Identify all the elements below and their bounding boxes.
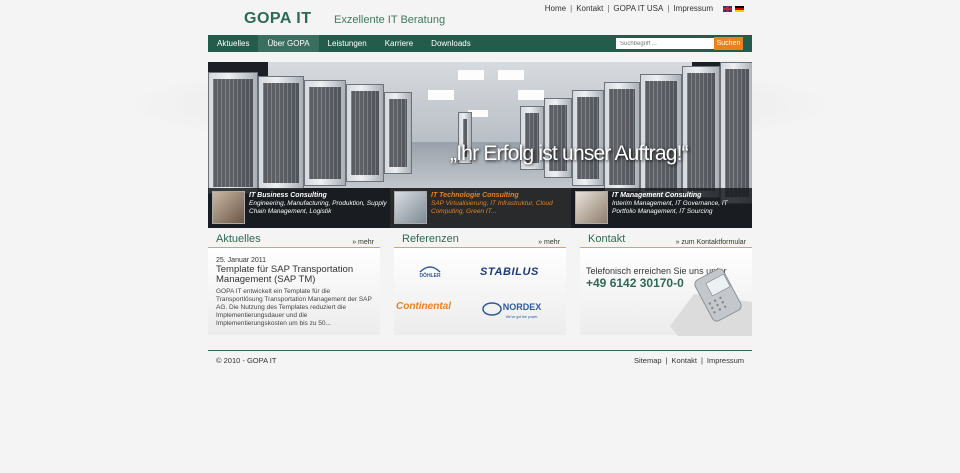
contact-panel: Kontakt » zum Kontaktformular Telefonisc… xyxy=(580,232,752,336)
ceiling-light xyxy=(428,90,454,100)
phone-icon xyxy=(670,268,752,336)
server-rack xyxy=(304,80,346,186)
server-rack xyxy=(384,92,412,174)
search-input[interactable] xyxy=(616,38,714,49)
server-rack xyxy=(604,82,640,192)
ceiling-light xyxy=(518,90,544,100)
banner-tagline: „Ihr Erfolg ist unser Auftrag!“ xyxy=(450,142,689,165)
news-headline[interactable]: Template für SAP Transportation Manageme… xyxy=(216,265,376,285)
page-container: GOPA IT Exzellente IT Beratung Home | Ko… xyxy=(208,0,752,473)
service-business-consulting[interactable]: IT Business Consulting Engineering, Manu… xyxy=(208,188,389,228)
footer-link-sitemap[interactable]: Sitemap xyxy=(634,356,662,365)
top-link-home[interactable]: Home xyxy=(545,4,566,13)
service-description: SAP Virtualisierung, IT Infrastruktur, C… xyxy=(431,200,553,215)
nordex-logo[interactable]: NORDEX We've got the power. xyxy=(482,299,550,321)
top-link-kontakt[interactable]: Kontakt xyxy=(576,4,603,13)
panel-body: 25. Januar 2011 Template für SAP Transpo… xyxy=(208,248,380,335)
server-rack xyxy=(544,98,572,178)
panel-title: Kontakt xyxy=(588,233,626,245)
top-link-impressum[interactable]: Impressum xyxy=(673,4,713,13)
footer-links: Sitemap | Kontakt | Impressum xyxy=(634,356,744,365)
news-date: 25. Januar 2011 xyxy=(216,257,267,264)
handshake-image xyxy=(575,191,608,224)
news-text: GOPA IT entwickelt ein Template für die … xyxy=(216,288,372,327)
panel-body: DÖHLER STABILUS Continental NORDEX We've… xyxy=(394,248,566,335)
slogan: Exzellente IT Beratung xyxy=(334,14,446,26)
logo[interactable]: GOPA IT xyxy=(244,10,312,28)
doehler-logo[interactable]: DÖHLER xyxy=(416,263,444,279)
service-description: Engineering, Manufacturing, Produktion, … xyxy=(249,200,387,215)
footer-link-kontakt[interactable]: Kontakt xyxy=(672,356,697,365)
references-more-link[interactable]: » mehr xyxy=(538,239,566,247)
top-links: Home | Kontakt | GOPA IT USA | Impressum xyxy=(545,4,744,13)
panel-header: Kontakt » zum Kontaktformular xyxy=(580,232,752,248)
uk-flag-icon[interactable] xyxy=(723,5,732,12)
service-management-consulting[interactable]: IT Management Consulting Interim Managem… xyxy=(571,188,752,228)
service-title: IT Technologie Consulting xyxy=(431,192,519,199)
server-rack xyxy=(720,62,752,204)
separator: | xyxy=(607,4,610,13)
service-title: IT Management Consulting xyxy=(612,192,702,199)
copyright: © 2010 - GOPA IT xyxy=(216,356,277,365)
contact-form-link[interactable]: » zum Kontaktformular xyxy=(676,239,752,247)
server-rack xyxy=(572,90,604,186)
separator: | xyxy=(700,356,703,365)
references-panel: Referenzen » mehr DÖHLER STABILUS Contin… xyxy=(394,232,566,335)
server-rack xyxy=(346,84,384,182)
nav-item-karriere[interactable]: Karriere xyxy=(376,35,422,52)
server-rack xyxy=(208,72,258,194)
panel-body: Telefonisch erreichen Sie uns unter +49 … xyxy=(580,248,752,336)
nordex-slogan: We've got the power. xyxy=(506,315,539,319)
german-flag-icon[interactable] xyxy=(735,5,744,12)
separator: | xyxy=(667,4,670,13)
server-rack xyxy=(640,74,682,198)
separator: | xyxy=(665,356,668,365)
server-rack xyxy=(682,66,720,198)
nav-item-aktuelles[interactable]: Aktuelles xyxy=(208,35,258,52)
eye-portrait-image xyxy=(212,191,245,224)
nav-item-leistungen[interactable]: Leistungen xyxy=(319,35,376,52)
continental-logo[interactable]: Continental xyxy=(396,301,451,312)
separator: | xyxy=(570,4,573,13)
nav-item-downloads[interactable]: Downloads xyxy=(422,35,480,52)
nav-item-ueber-gopa[interactable]: Über GOPA xyxy=(258,35,319,52)
news-panel: Aktuelles » mehr 25. Januar 2011 Templat… xyxy=(208,232,380,335)
panel-header: Referenzen » mehr xyxy=(394,232,566,248)
ceiling-light xyxy=(458,70,484,80)
ceiling-light xyxy=(498,70,524,80)
panel-title: Aktuelles xyxy=(216,233,261,245)
footer-divider xyxy=(208,350,752,351)
search-button[interactable]: Suchen xyxy=(714,37,743,50)
service-title: IT Business Consulting xyxy=(249,192,327,199)
service-technologie-consulting[interactable]: IT Technologie Consulting SAP Virtualisi… xyxy=(390,188,571,228)
service-description: Interim Management, IT Governance, IT Po… xyxy=(612,200,728,215)
panel-title: Referenzen xyxy=(402,233,459,245)
top-link-gopa-usa[interactable]: GOPA IT USA xyxy=(613,4,663,13)
news-more-link[interactable]: » mehr xyxy=(352,239,380,247)
hero-banner: „Ihr Erfolg ist unser Auftrag!“ IT Busin… xyxy=(208,62,752,228)
doehler-wordmark: DÖHLER xyxy=(419,272,441,279)
server-rack xyxy=(258,76,304,190)
panel-header: Aktuelles » mehr xyxy=(208,232,380,248)
server-image xyxy=(394,191,427,224)
stabilus-logo[interactable]: STABILUS xyxy=(480,266,539,278)
footer-link-impressum[interactable]: Impressum xyxy=(707,356,744,365)
nordex-wordmark: NORDEX xyxy=(503,302,542,312)
